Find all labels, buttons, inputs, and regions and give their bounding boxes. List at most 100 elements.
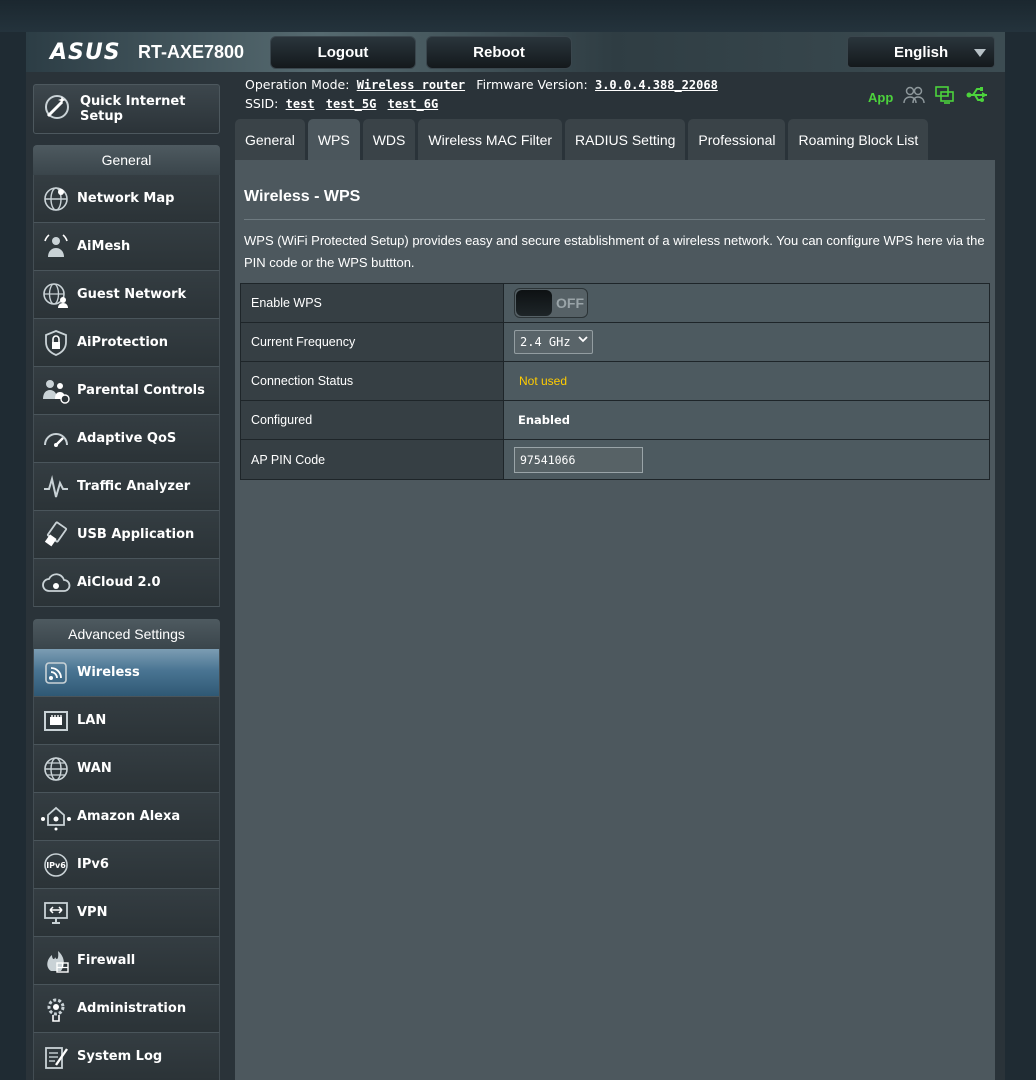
sidebar-item-parental-controls[interactable]: Parental Controls — [33, 367, 220, 415]
ssid-label: SSID: — [245, 96, 279, 111]
operation-mode-label: Operation Mode: — [245, 77, 350, 92]
sidebar-item-label: System Log — [77, 1049, 163, 1064]
sidebar-item-label: Firewall — [77, 953, 136, 968]
tab-professional[interactable]: Professional — [688, 119, 786, 160]
quick-setup-label: Quick Internet Setup — [80, 94, 186, 124]
pin-value: 97541066 — [520, 452, 576, 467]
sidebar-item-amazon-alexa[interactable]: Amazon Alexa — [33, 793, 220, 841]
usb-icon — [40, 519, 72, 551]
globe-icon — [40, 183, 72, 215]
sidebar-item-label: Adaptive QoS — [77, 431, 177, 446]
cloud-icon — [40, 567, 72, 599]
operation-mode-link[interactable]: Wireless router — [357, 78, 465, 92]
network-devices-icon[interactable] — [935, 86, 955, 108]
firewall-icon — [40, 945, 72, 977]
asus-logo: ASUS — [50, 40, 121, 65]
lan-icon — [40, 705, 72, 737]
aimesh-icon — [40, 231, 72, 263]
tab-radius-setting[interactable]: RADIUS Setting — [565, 119, 686, 160]
title-divider — [244, 219, 985, 220]
table-row: Connection Status Not used — [241, 362, 989, 401]
wan-globe-icon — [40, 753, 72, 785]
vpn-icon — [40, 897, 72, 929]
enable-wps-toggle[interactable]: OFF — [514, 288, 588, 318]
sidebar-item-wan[interactable]: WAN — [33, 745, 220, 793]
ssid-link-6g[interactable]: test_6G — [388, 97, 439, 111]
ssid-info: SSID: test test_5G test_6G — [245, 96, 438, 111]
status-icons: App — [868, 86, 989, 108]
configured-value: Enabled — [518, 413, 571, 427]
sidebar-item-lan[interactable]: LAN — [33, 697, 220, 745]
sidebar-item-traffic-analyzer[interactable]: Traffic Analyzer — [33, 463, 220, 511]
gear-icon — [40, 993, 72, 1025]
sidebar-item-aimesh[interactable]: AiMesh — [33, 223, 220, 271]
sidebar-item-label: AiProtection — [77, 335, 168, 350]
sidebar-item-label: WAN — [77, 761, 112, 776]
enable-wps-label: Enable WPS — [241, 284, 504, 322]
connection-status-value: Not used — [519, 374, 568, 388]
operation-info: Operation Mode: Wireless router Firmware… — [245, 77, 718, 92]
sidebar-item-guest-network[interactable]: Guest Network — [33, 271, 220, 319]
clients-icon[interactable] — [903, 86, 926, 108]
sidebar-item-label: Wireless — [77, 665, 140, 680]
shield-lock-icon — [40, 327, 72, 359]
sidebar-item-adaptive-qos[interactable]: Adaptive QoS — [33, 415, 220, 463]
app-link[interactable]: App — [868, 90, 893, 105]
chevron-down-icon — [974, 49, 986, 57]
tab-wds[interactable]: WDS — [362, 119, 416, 160]
ssid-link-5g[interactable]: test_5G — [326, 97, 377, 111]
tab-general[interactable]: General — [235, 119, 305, 160]
sidebar-item-ipv6[interactable]: IPv6 IPv6 — [33, 841, 220, 889]
wireless-tabs: General WPS WDS Wireless MAC Filter RADIUS S… — [235, 119, 929, 160]
sidebar-item-label: USB Application — [77, 527, 195, 542]
advanced-menu: Wireless LAN WAN Amazon Alexa IPv6 IPv6 VPN Fir… — [33, 649, 220, 1080]
table-row: Current Frequency 2.4 GHz — [241, 323, 989, 362]
traffic-icon — [40, 471, 72, 503]
ssid-link-2g[interactable]: test — [286, 97, 315, 111]
guest-network-icon — [40, 279, 72, 311]
ipv6-icon: IPv6 — [40, 849, 72, 881]
sidebar-item-label: LAN — [77, 713, 107, 728]
sidebar-item-usb-application[interactable]: USB Application — [33, 511, 220, 559]
sidebar-item-vpn[interactable]: VPN — [33, 889, 220, 937]
language-select[interactable]: English — [847, 36, 995, 68]
firmware-link[interactable]: 3.0.0.4.388_22068 — [595, 78, 718, 92]
sidebar-item-aiprotection[interactable]: AiProtection — [33, 319, 220, 367]
table-row: Configured Enabled — [241, 401, 989, 440]
sidebar-item-label: VPN — [77, 905, 108, 920]
sidebar-item-label: IPv6 — [77, 857, 109, 872]
firmware-label: Firmware Version: — [476, 77, 588, 92]
general-menu: Network Map AiMesh Guest Network AiProtecti… — [33, 175, 220, 607]
configured-label: Configured — [241, 401, 504, 439]
ap-pin-code-field[interactable]: 97541066 — [514, 446, 643, 473]
page-description: WPS (WiFi Protected Setup) provides easy… — [244, 233, 985, 270]
gauge-icon — [40, 423, 72, 455]
reboot-button[interactable]: Reboot — [426, 36, 572, 69]
sidebar-item-system-log[interactable]: System Log — [33, 1033, 220, 1080]
tab-wps[interactable]: WPS — [307, 119, 360, 160]
toggle-state: OFF — [556, 295, 584, 311]
usb-status-icon[interactable] — [965, 86, 989, 108]
log-icon — [40, 1041, 72, 1073]
sidebar-item-label: Amazon Alexa — [77, 809, 181, 824]
current-frequency-label: Current Frequency — [241, 323, 504, 361]
page-title: Wireless - WPS — [244, 188, 361, 205]
quick-internet-setup-button[interactable]: Quick Internet Setup — [33, 84, 220, 134]
wireless-icon — [40, 657, 72, 689]
alexa-icon — [40, 801, 72, 833]
table-row: Enable WPS OFF — [241, 284, 989, 323]
toggle-knob — [516, 290, 552, 316]
tab-wireless-mac-filter[interactable]: Wireless MAC Filter — [418, 119, 563, 160]
tab-roaming-block-list[interactable]: Roaming Block List — [788, 119, 929, 160]
sidebar-item-wireless[interactable]: Wireless — [33, 649, 220, 697]
sidebar-item-label: AiCloud 2.0 — [77, 575, 161, 590]
chevron-down-icon — [578, 334, 588, 347]
sidebar-item-aicloud-2-0[interactable]: AiCloud 2.0 — [33, 559, 220, 607]
sidebar-item-administration[interactable]: Administration — [33, 985, 220, 1033]
logout-button[interactable]: Logout — [270, 36, 416, 69]
svg-text:IPv6: IPv6 — [46, 861, 66, 870]
sidebar-item-label: Network Map — [77, 191, 175, 206]
frequency-select[interactable]: 2.4 GHz — [514, 330, 593, 354]
sidebar-item-firewall[interactable]: Firewall — [33, 937, 220, 985]
sidebar-item-network-map[interactable]: Network Map — [33, 175, 220, 223]
